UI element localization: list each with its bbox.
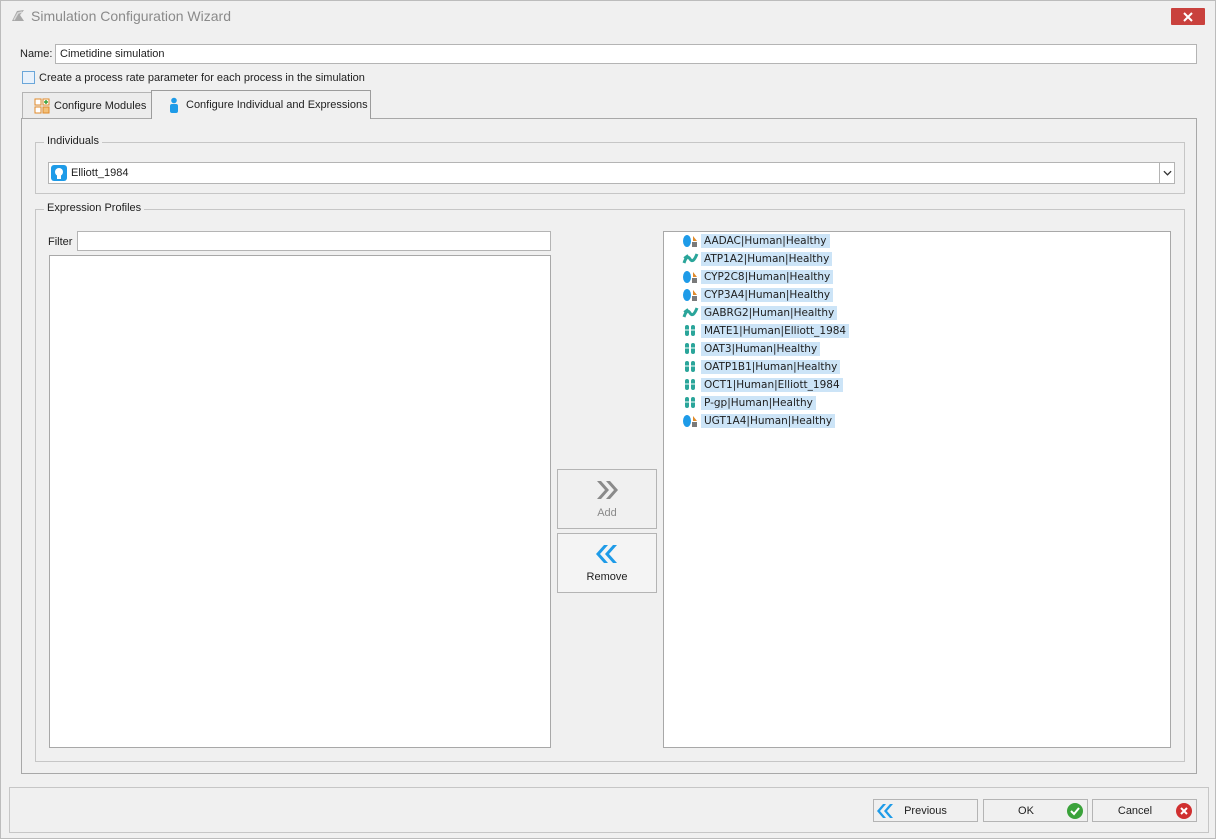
selected-profiles-list[interactable]: AADAC|Human|Healthy ATP1A2|Human|Healthy… [663,231,1171,748]
list-item[interactable]: CYP3A4|Human|Healthy [682,286,834,303]
protein-icon [682,304,699,321]
cancel-button-label: Cancel [1117,805,1153,817]
enzyme-icon [682,286,699,303]
expression-profiles-group-title: Expression Profiles [44,202,145,214]
tab-panel-individual: Individuals Elliott_1984 Expression Prof… [21,118,1197,774]
list-item[interactable]: OATP1B1|Human|Healthy [682,358,841,375]
process-rate-checkbox[interactable] [22,71,35,84]
enzyme-icon [682,268,699,285]
close-circle-icon [1176,803,1192,819]
individual-select-value: Elliott_1984 [71,167,129,179]
add-button[interactable]: Add [557,469,657,529]
available-profiles-list[interactable] [49,255,551,748]
list-item[interactable]: OCT1|Human|Elliott_1984 [682,376,843,393]
ok-button[interactable]: OK [983,799,1088,822]
remove-button[interactable]: Remove [557,533,657,593]
transporter-icon [682,322,699,339]
window-title: Simulation Configuration Wizard [31,8,231,24]
enzyme-icon [682,232,699,249]
transporter-icon [682,376,699,393]
tab-configure-modules-label: Configure Modules [54,99,147,112]
process-rate-checkbox-label[interactable]: Create a process rate parameter for each… [39,72,365,84]
double-chevron-left-icon [596,545,617,563]
remove-button-label: Remove [586,571,628,583]
list-item[interactable]: UGT1A4|Human|Healthy [682,412,836,429]
previous-button[interactable]: Previous [873,799,978,822]
list-item[interactable]: GABRG2|Human|Healthy [682,304,838,321]
list-item[interactable]: OAT3|Human|Healthy [682,340,821,357]
previous-button-label: Previous [904,805,947,817]
transporter-icon [682,340,699,357]
individual-person-icon [166,97,182,113]
list-item[interactable]: MATE1|Human|Elliott_1984 [682,322,850,339]
add-button-label: Add [597,507,617,519]
name-label: Name: [20,48,53,60]
tab-configure-modules[interactable]: Configure Modules [22,92,152,118]
close-button[interactable] [1171,8,1205,25]
footer-button-bar: Previous OK Cancel [9,787,1209,833]
title-bar[interactable]: Simulation Configuration Wizard [1,1,1215,31]
transporter-icon [682,358,699,375]
cancel-button[interactable]: Cancel [1092,799,1197,822]
name-input[interactable] [55,44,1197,64]
individual-select[interactable]: Elliott_1984 [48,162,1175,184]
modules-icon [34,98,50,114]
protein-icon [682,250,699,267]
close-icon [1183,11,1193,22]
double-chevron-right-icon [597,481,618,499]
chevron-down-icon[interactable] [1159,163,1174,183]
list-item[interactable]: CYP2C8|Human|Healthy [682,268,834,285]
individual-head-icon [51,165,67,181]
filter-input[interactable] [77,231,551,251]
ok-button-label: OK [1018,805,1034,817]
individuals-group: Individuals Elliott_1984 [35,135,1185,194]
check-circle-icon [1067,803,1083,819]
list-item[interactable]: P-gp|Human|Healthy [682,394,816,411]
app-logo-icon [10,8,26,24]
expression-profiles-group: Expression Profiles Filter Add Remove AA… [35,202,1185,762]
transporter-icon [682,394,699,411]
enzyme-icon [682,412,699,429]
list-item[interactable]: ATP1A2|Human|Healthy [682,250,833,267]
tab-configure-individual[interactable]: Configure Individual and Expressions [151,90,371,119]
filter-label: Filter [48,236,73,248]
individuals-group-title: Individuals [44,135,102,147]
tab-configure-individual-label: Configure Individual and Expressions [186,99,368,111]
wizard-window: Simulation Configuration Wizard Name: Cr… [0,0,1216,839]
list-item[interactable]: AADAC|Human|Healthy [682,232,830,249]
